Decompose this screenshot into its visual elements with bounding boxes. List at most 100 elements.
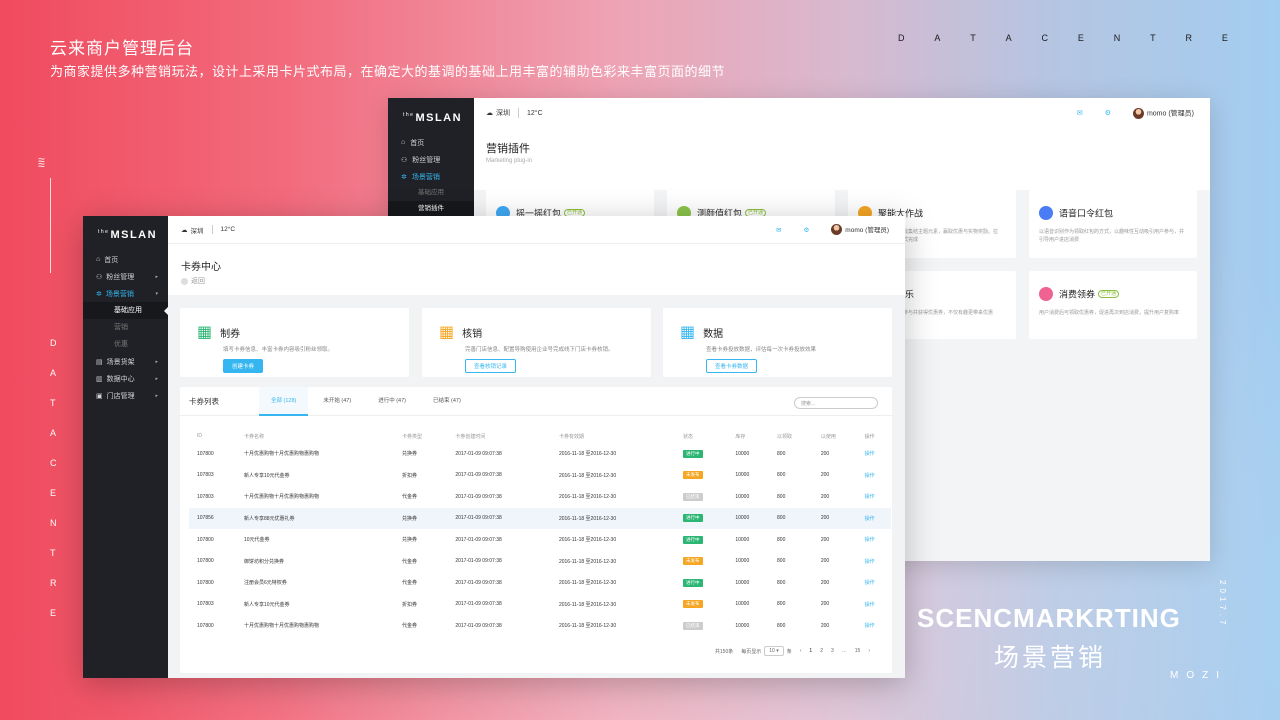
feature-button[interactable]: 查看卡券数据 [706,359,758,373]
table-cell[interactable]: 操作 [857,594,891,616]
table-row[interactable]: 107800 注册会员6元特权券 代金券 2017-01-09 09:07:38 201… [189,572,891,594]
tab[interactable]: 全部 (128) [259,386,309,416]
sidebar-item-label: 场景营销 [105,290,134,298]
sidebar-subitem[interactable]: 基础应用 [83,302,168,319]
sidebar-subitem[interactable]: 基础应用 [388,185,474,201]
table-row[interactable]: 107800 10元代金券 兑换券 2017-01-09 09:07:38 2016-1… [189,529,891,551]
action-link[interactable]: 操作 [865,580,875,586]
table-cell[interactable]: 操作 [857,486,891,508]
page-size-select[interactable]: 10 ▾ [764,646,784,656]
datacentre-letter: A [1005,33,1012,43]
table-cell: 2017-01-09 09:07:38 [455,579,502,586]
table-cell[interactable]: 操作 [857,465,891,487]
table-cell: 新人专享88元优惠礼券 [235,507,394,529]
poster-big-cn: 场景营销 [994,644,1107,672]
user-menu[interactable]: momo (管理员) [1132,107,1194,119]
table-cell: 已结束 [675,486,727,508]
table-cell[interactable]: 操作 [857,529,891,551]
datacentre-letter: N [1113,33,1121,43]
action-link[interactable]: 操作 [865,494,875,500]
sidebar-item[interactable]: ▣ 门店管理 ▸ [83,387,168,404]
tab[interactable]: 未开始 (47) [311,387,363,416]
action-link[interactable]: 操作 [865,516,875,522]
table-cell: 新人专享10元代金券 [243,601,290,608]
action-link[interactable]: 操作 [865,451,875,457]
coupon-list-card: 卡券列表 全部 (128) 未开始 (47) 进行中 (47) 已结束 (47) 搜索… [180,386,892,673]
table-cell[interactable]: 操作 [857,551,891,573]
next-page-button[interactable]: › [868,648,870,654]
sidebar-item[interactable]: ⌂ 首页 [388,134,474,151]
page-number[interactable]: 3 [831,648,834,654]
page-number[interactable]: 1 [809,648,812,654]
feature-button[interactable]: 查看核销记录 [465,359,517,373]
feature-card: ▦ 核销 完善门店信息、配置导购使用企业号完成线下门店卡券核销。 查看核销记录 [422,308,651,377]
table-row[interactable]: 107856 新人专享88元优惠礼券 兑换券 2017-01-09 09:07:38 2… [189,507,891,529]
feature-button[interactable]: 创建卡券 [223,359,264,373]
sidebar-item-label: 粉丝管理 [106,273,135,281]
action-link[interactable]: 操作 [865,473,875,479]
table-row[interactable]: 107803 新人专享10元代金券 折扣券 2017-01-09 09:07:38 20… [189,594,891,616]
plugin-card[interactable]: 消费领券 已开通 用户消费后可领取优惠券，促进再次到店消费，提升用户复购率 [1029,271,1197,339]
back-link[interactable]: 返回 [181,276,892,286]
table-cell: 107800 [197,536,214,543]
table-cell: 2017-01-09 09:07:38 [455,558,502,565]
gear-icon[interactable]: ⚙ [1105,109,1111,117]
table-cell[interactable]: 操作 [857,443,891,465]
search-input[interactable]: 搜索... [794,397,878,409]
table-cell: 2016-11-18 至2016-12-30 [558,451,617,458]
table-cell: 十月优惠购物十月优惠购物惠购物 [243,451,319,458]
sidebar-item[interactable]: ⌂ 首页 [83,251,168,268]
poster-title: 云来商户管理后台 [50,39,194,58]
mail-icon[interactable]: ✉ [1077,109,1083,117]
tab[interactable]: 已结束 (47) [421,387,473,416]
sidebar-item-label: 场景营销 [411,173,440,181]
feature-desc: 填写卡券信息、丰富卡券内容吸引粉丝领取。 [223,347,334,353]
table-cell: 兑换券 [402,537,418,544]
sidebar-item[interactable]: ⚇ 粉丝管理 ▸ [83,268,168,285]
table-row[interactable]: 107803 新人专享10元代金券 折扣券 2017-01-09 09:07:38 20… [189,465,891,487]
table-cell: 已结束 [675,615,727,637]
chevron-icon: ▸ [155,273,158,280]
page-number[interactable]: … [842,648,847,654]
sidebar-item[interactable]: ▤ 场景货架 ▸ [83,353,168,370]
table-cell: 10000 [735,622,750,629]
table-cell: 十月优惠购物十月优惠购物惠购物 [243,494,319,501]
table-cell: 800 [777,450,786,457]
table-cell[interactable]: 操作 [857,615,891,637]
table-row[interactable]: 107803 十月优惠购物十月优惠购物惠购物 代金券 2017-01-09 09:07… [189,486,891,508]
sidebar-item[interactable]: ⚇ 粉丝管理 [388,151,474,168]
action-link[interactable]: 操作 [865,537,875,543]
action-link[interactable]: 操作 [865,623,875,629]
home-icon: ⌂ [96,256,101,263]
table-cell[interactable]: 操作 [856,507,891,529]
table-cell: 折扣券 [402,601,418,608]
sidebar-item[interactable]: ✲ 场景营销 [388,168,474,185]
table-row[interactable]: 107800 十月优惠购物十月优惠购物惠购物 兑换券 2017-01-09 09:07… [189,443,891,465]
table-cell: 200 [820,558,830,565]
user-menu[interactable]: momo (管理员) [831,224,889,236]
sidebar-subitem[interactable]: 优惠 [83,336,168,353]
plugin-card[interactable]: 语音口令红包 以语音识别作为领取红包的方式，以趣味性互动吸引用户参与，并引导用户进… [1029,190,1197,258]
tab[interactable]: 进行中 (47) [366,387,418,416]
datacentre-letter: R [1185,33,1193,43]
sidebar-subitem[interactable]: 营销插件 [388,201,474,217]
sidebar-item[interactable]: ✲ 场景营销 ▾ [83,285,168,302]
mail-icon[interactable]: ✉ [776,226,781,234]
sidebar-item[interactable]: ▥ 数据中心 ▸ [83,370,168,387]
table-row[interactable]: 107800 御饼坊积分兑换券 代金券 2017-01-09 09:07:38 2016… [189,551,891,573]
sidebar-subitem[interactable]: 营销 [83,319,168,336]
action-link[interactable]: 操作 [865,602,875,608]
action-link[interactable]: 操作 [865,559,875,565]
table-row[interactable]: 107800 十月优惠购物十月优惠购物惠购物 代金券 2017-01-09 09:07… [189,615,891,637]
table-cell: 10000 [735,450,750,457]
plugin-desc: 以语音识别作为领取红包的方式，以趣味性互动吸引用户参与，并引导用户进店消费 [1039,229,1185,243]
gear-icon[interactable]: ⚙ [803,226,809,234]
store-icon: ▣ [96,392,103,400]
feature-icon: ▦ [197,324,213,341]
table-cell: 200 [820,472,830,479]
page-number[interactable]: 2 [820,648,823,654]
prev-page-button[interactable]: ‹ [800,648,802,654]
page-number[interactable]: 15 [855,648,861,654]
table-cell[interactable]: 操作 [857,572,891,594]
table-cell: 107803 [197,601,214,608]
